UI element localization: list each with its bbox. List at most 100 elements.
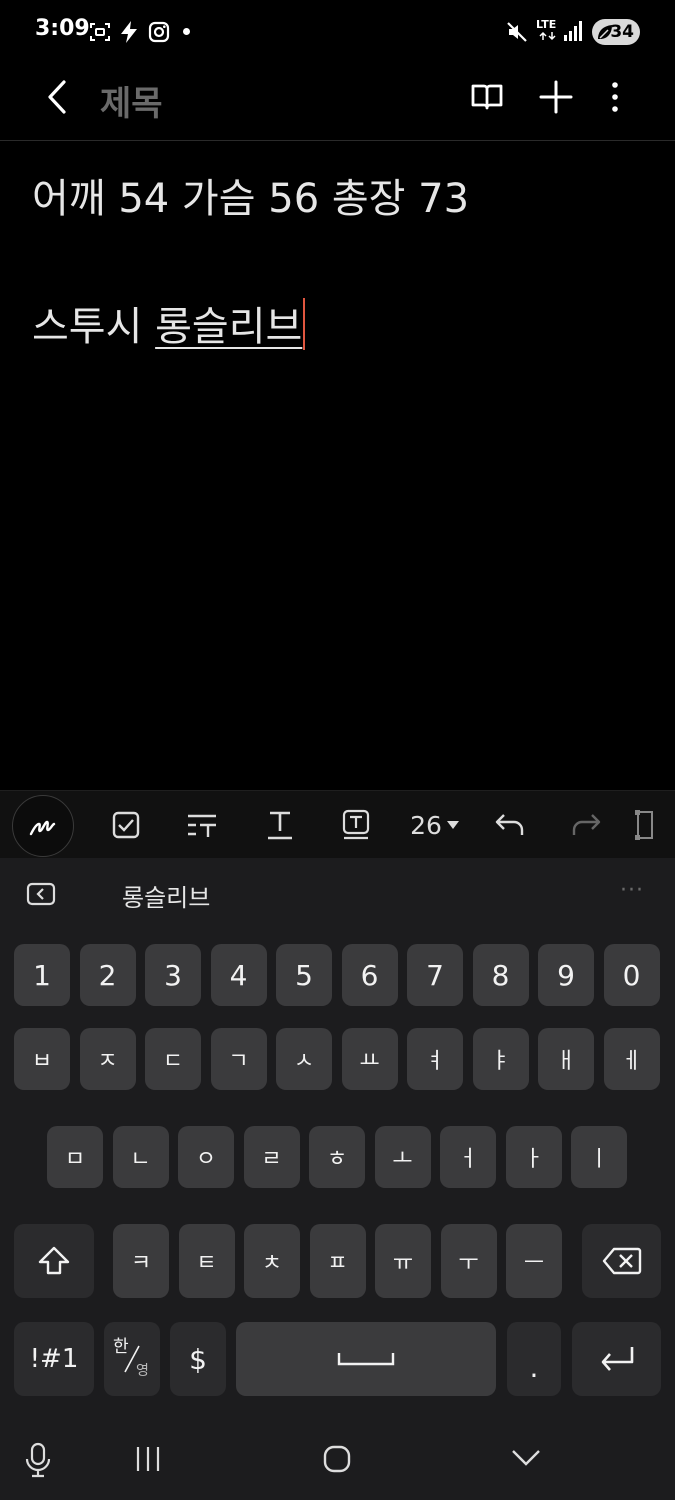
letter-key-row2-1[interactable]: ㄴ	[112, 1126, 169, 1188]
status-time: 3:09	[35, 16, 90, 41]
microphone-icon[interactable]	[24, 1442, 52, 1478]
letter-key-row3-label: ㅊ	[261, 1251, 283, 1276]
letter-key-row2-3[interactable]: ㄹ	[243, 1126, 300, 1188]
number-key-0[interactable]: 1	[14, 944, 70, 1006]
note-line-2[interactable]: 스투시 롱슬리브	[32, 294, 306, 352]
number-key-label: 6	[360, 958, 379, 992]
dropdown-triangle-icon	[446, 821, 459, 829]
handwriting-button[interactable]	[12, 795, 74, 857]
letter-key-row1-3[interactable]: ㄱ	[210, 1028, 267, 1090]
recent-apps-icon[interactable]	[133, 1444, 163, 1474]
letter-key-row1-2[interactable]: ㄷ	[145, 1028, 201, 1090]
home-icon[interactable]	[322, 1444, 352, 1474]
letter-key-row3-2[interactable]: ㅊ	[244, 1224, 300, 1298]
number-key-3[interactable]: 4	[210, 944, 267, 1006]
text-box-button[interactable]	[632, 791, 675, 859]
number-key-label: 1	[33, 958, 51, 992]
more-options-icon[interactable]	[604, 78, 626, 116]
redo-button[interactable]	[556, 791, 616, 859]
note-line-1[interactable]: 어깨 54 가슴 56 총장 73	[32, 166, 469, 224]
letter-key-row1-5[interactable]: ㅛ	[341, 1028, 398, 1090]
symbols-key-label: !#1	[29, 1344, 79, 1374]
composing-text: 롱슬리브	[155, 304, 303, 350]
letter-key-row3-3[interactable]: ㅍ	[309, 1224, 366, 1298]
letter-key-row2-4[interactable]: ㅎ	[309, 1126, 365, 1188]
letter-key-row2-2[interactable]: ㅇ	[178, 1126, 234, 1188]
text-style-button[interactable]	[250, 791, 310, 859]
note-body[interactable]: 어깨 54 가슴 56 총장 73 스투시 롱슬리브	[0, 142, 675, 790]
suggestion-word[interactable]: 롱슬리브	[122, 878, 210, 913]
font-size-selector[interactable]: 26	[400, 791, 470, 859]
number-key-2[interactable]: 3	[145, 944, 201, 1006]
paragraph-style-button[interactable]	[172, 791, 232, 859]
letter-key-row2-8[interactable]: ㅣ	[571, 1126, 627, 1188]
number-key-7[interactable]: 8	[472, 944, 529, 1006]
letter-key-row1-1[interactable]: ㅈ	[79, 1028, 136, 1090]
shift-key[interactable]	[14, 1224, 94, 1298]
currency-key[interactable]: $	[170, 1322, 226, 1396]
space-key[interactable]	[236, 1322, 496, 1396]
notification-dot-icon	[183, 28, 190, 35]
text-box-icon	[635, 810, 653, 840]
letter-key-row1-4[interactable]: ㅅ	[276, 1028, 332, 1090]
shift-icon	[38, 1246, 70, 1275]
letter-key-row1-label: ㅛ	[359, 1049, 380, 1074]
number-key-label: 0	[622, 958, 641, 992]
letter-key-row2-6[interactable]: ㅓ	[440, 1126, 496, 1188]
letter-key-row2-label: ㅏ	[523, 1147, 544, 1172]
undo-icon	[495, 814, 524, 835]
number-key-1[interactable]: 2	[79, 944, 136, 1006]
charging-icon	[121, 21, 137, 43]
enter-icon	[601, 1347, 633, 1371]
letter-key-row3-label: ㅡ	[523, 1251, 545, 1276]
letter-key-row1-9[interactable]: ㅔ	[603, 1028, 660, 1090]
add-icon[interactable]	[537, 78, 575, 116]
letter-key-row2-7[interactable]: ㅏ	[505, 1126, 562, 1188]
letter-key-row1-label: ㅂ	[31, 1049, 53, 1074]
letter-key-row1-7[interactable]: ㅑ	[472, 1028, 529, 1090]
number-key-label: 9	[557, 958, 575, 992]
note-title[interactable]: 제목	[100, 76, 163, 125]
letter-key-row1-label: ㅔ	[621, 1049, 642, 1074]
checkbox-icon	[112, 811, 140, 839]
number-key-9[interactable]: 0	[603, 944, 660, 1006]
number-key-8[interactable]: 9	[538, 944, 594, 1006]
language-switch-key[interactable]: 한 영	[104, 1322, 160, 1396]
letter-key-row3-4[interactable]: ㅠ	[375, 1224, 431, 1298]
format-toolbar: 26	[0, 790, 675, 859]
letter-key-row3-6[interactable]: ㅡ	[506, 1224, 562, 1298]
hide-keyboard-icon[interactable]	[510, 1446, 542, 1470]
letter-key-row2-label: ㅇ	[195, 1147, 217, 1172]
letter-key-row1-0[interactable]: ㅂ	[14, 1028, 70, 1090]
letter-key-row3-1[interactable]: ㅌ	[178, 1224, 235, 1298]
note-line-2-prefix: 스투시	[32, 304, 156, 350]
letter-key-row1-label: ㅅ	[293, 1049, 315, 1074]
number-key-4[interactable]: 5	[276, 944, 332, 1006]
letter-key-row1-6[interactable]: ㅕ	[407, 1028, 463, 1090]
letter-key-row1-label: ㅕ	[424, 1049, 446, 1074]
letter-key-row1-label: ㄱ	[228, 1049, 249, 1074]
battery-indicator: 34	[592, 19, 640, 45]
checkbox-button[interactable]	[96, 791, 156, 859]
enter-key[interactable]	[572, 1322, 661, 1396]
lang-slash-icon	[124, 1345, 140, 1373]
letter-key-row2-5[interactable]: ㅗ	[374, 1126, 431, 1188]
number-key-5[interactable]: 6	[341, 944, 398, 1006]
expand-toolbar-icon[interactable]	[26, 882, 56, 906]
letter-key-row1-label: ㅈ	[97, 1049, 118, 1074]
letter-key-row2-0[interactable]: ㅁ	[47, 1126, 103, 1188]
letter-key-row3-5[interactable]: ㅜ	[440, 1224, 497, 1298]
period-key-label: .	[529, 1351, 539, 1384]
currency-key-label: $	[189, 1342, 207, 1376]
undo-button[interactable]	[480, 791, 540, 859]
text-background-button[interactable]	[326, 791, 386, 859]
number-key-6[interactable]: 7	[407, 944, 463, 1006]
letter-key-row3-0[interactable]: ㅋ	[113, 1224, 169, 1298]
suggestion-more-icon[interactable]: ···	[620, 878, 644, 903]
period-key[interactable]: .	[507, 1322, 561, 1396]
symbols-key[interactable]: !#1	[14, 1322, 94, 1396]
back-icon[interactable]	[40, 76, 76, 118]
letter-key-row1-8[interactable]: ㅐ	[538, 1028, 594, 1090]
reading-mode-icon[interactable]	[468, 78, 506, 116]
backspace-key[interactable]	[582, 1224, 661, 1298]
